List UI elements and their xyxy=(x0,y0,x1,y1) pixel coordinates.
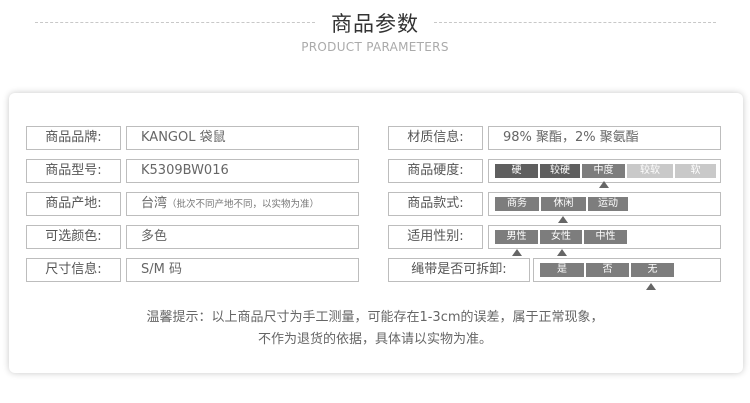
hardness-label: 商品硬度: xyxy=(388,159,483,183)
strap-option-none: 无 xyxy=(631,263,674,277)
origin-text: 台湾 xyxy=(141,196,168,211)
color-value: 多色 xyxy=(126,225,359,249)
strap-option-yes: 是 xyxy=(540,263,584,277)
gender-option-male: 男性 xyxy=(495,230,538,244)
gender-option-female: 女性 xyxy=(540,230,582,244)
section-header: 商品参数 PRODUCT PARAMETERS xyxy=(0,0,750,70)
size-value: S/M 码 xyxy=(126,258,359,282)
hardness-option-hard: 硬 xyxy=(495,164,538,178)
material-value: 98% 聚酯，2% 聚氨酯 xyxy=(488,126,721,150)
section-subtitle: PRODUCT PARAMETERS xyxy=(301,40,449,54)
brand-label: 商品品牌: xyxy=(26,126,121,150)
gender-indicator-male-icon xyxy=(512,249,522,256)
gender-label: 适用性别: xyxy=(388,225,483,249)
strap-label: 绳带是否可拆卸: xyxy=(388,258,530,282)
notice-line-1: 温馨提示：以上商品尺寸为手工测量，可能存在1-3cm的误差，属于正常现象， xyxy=(146,310,604,325)
gender-option-unisex: 中性 xyxy=(584,230,627,244)
brand-value: KANGOL 袋鼠 xyxy=(126,126,359,150)
style-label: 商品款式: xyxy=(388,192,483,216)
gender-indicator-female-icon xyxy=(557,249,567,256)
color-label: 可选颜色: xyxy=(26,225,121,249)
material-label: 材质信息: xyxy=(388,126,483,150)
style-indicator-icon xyxy=(558,216,568,223)
hardness-indicator-icon xyxy=(599,181,609,188)
hardness-option-soft: 软 xyxy=(675,164,716,178)
model-value: K5309BW016 xyxy=(126,159,359,183)
hardness-option-fairly-soft: 较软 xyxy=(627,164,673,178)
strap-indicator-icon xyxy=(646,283,656,290)
origin-label: 商品产地: xyxy=(26,192,121,216)
header-divider-right xyxy=(434,22,716,23)
hardness-option-fairly-hard: 较硬 xyxy=(540,164,580,178)
strap-option-no: 否 xyxy=(586,263,629,277)
style-option-casual: 休闲 xyxy=(541,197,586,211)
style-option-sport: 运动 xyxy=(588,197,628,211)
model-label: 商品型号: xyxy=(26,159,121,183)
notice-line-2: 不作为退货的依据，具体请以实物为准。 xyxy=(257,332,492,347)
origin-value: 台湾（批次不同产地不同，以实物为准） xyxy=(126,192,359,216)
hardness-option-medium: 中度 xyxy=(582,164,625,178)
section-title: 商品参数 xyxy=(331,12,419,36)
style-option-business: 商务 xyxy=(495,197,539,211)
size-label: 尺寸信息: xyxy=(26,258,121,282)
origin-note: （批次不同产地不同，以实物为准） xyxy=(167,199,320,210)
